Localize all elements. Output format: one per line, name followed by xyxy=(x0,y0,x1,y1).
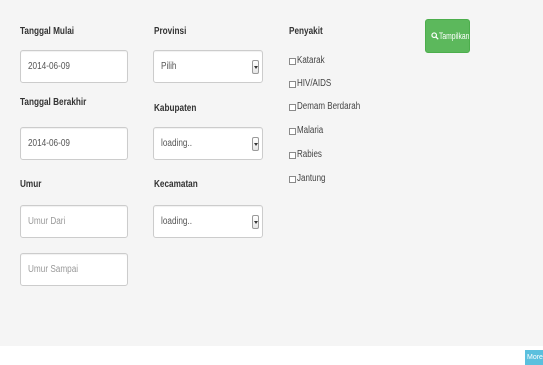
district-selected-value: loading.. xyxy=(161,216,193,227)
disease-label: Penyakit xyxy=(289,26,323,37)
province-select[interactable]: Pilih xyxy=(153,50,263,83)
corner-button[interactable]: More xyxy=(525,350,543,365)
age-from-placeholder: Umur Dari xyxy=(28,216,66,227)
checkbox[interactable] xyxy=(289,81,296,88)
disease-option-label: Katarak xyxy=(297,55,325,66)
age-to-input[interactable]: Umur Sampai xyxy=(20,253,128,286)
show-button-label: Tampilkan xyxy=(439,31,470,41)
checkbox[interactable] xyxy=(289,104,296,111)
disease-option-label: HIV/AIDS xyxy=(297,78,332,89)
end-date-label: Tanggal Berakhir xyxy=(20,97,87,108)
disease-option-label: Jantung xyxy=(297,173,326,184)
regency-label: Kabupaten xyxy=(154,103,197,114)
district-label: Kecamatan xyxy=(154,179,198,190)
disease-option-label: Malaria xyxy=(297,125,324,136)
filter-panel: Tanggal Mulai 2014-06-09 Tanggal Berakhi… xyxy=(0,0,543,346)
age-from-input[interactable]: Umur Dari xyxy=(20,205,128,238)
dropdown-arrow-icon xyxy=(252,215,259,229)
disease-option-label: Demam Berdarah xyxy=(297,101,361,112)
district-select[interactable]: loading.. xyxy=(153,205,263,238)
checkbox[interactable] xyxy=(289,152,296,159)
end-date-value: 2014-06-09 xyxy=(28,138,70,149)
regency-selected-value: loading.. xyxy=(161,138,193,149)
dropdown-arrow-icon xyxy=(252,137,259,151)
dropdown-arrow-icon xyxy=(252,60,259,74)
start-date-field[interactable]: 2014-06-09 xyxy=(20,50,128,83)
regency-select[interactable]: loading.. xyxy=(153,127,263,160)
age-to-placeholder: Umur Sampai xyxy=(28,264,79,275)
disease-option-label: Rabies xyxy=(297,149,322,160)
checkbox[interactable] xyxy=(289,128,296,135)
search-icon xyxy=(431,32,439,40)
start-date-value: 2014-06-09 xyxy=(28,61,70,72)
checkbox[interactable] xyxy=(289,176,296,183)
age-label: Umur xyxy=(20,179,42,190)
checkbox[interactable] xyxy=(289,58,296,65)
province-label: Provinsi xyxy=(154,26,187,37)
end-date-field[interactable]: 2014-06-09 xyxy=(20,127,128,160)
show-button[interactable]: Tampilkan xyxy=(425,19,470,53)
start-date-label: Tanggal Mulai xyxy=(20,26,75,37)
province-selected-value: Pilih xyxy=(161,61,177,72)
